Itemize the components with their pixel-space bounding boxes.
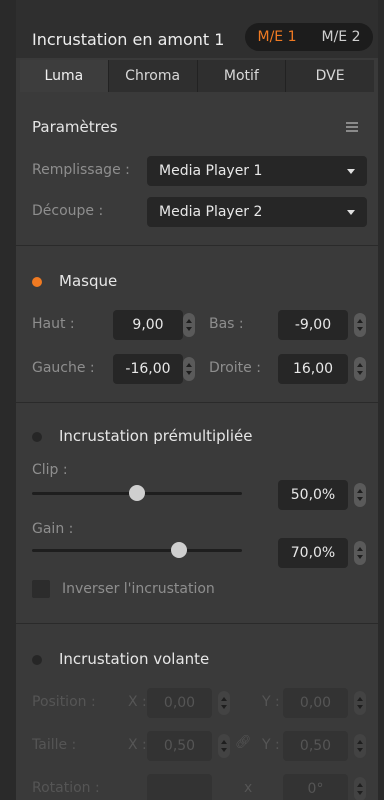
invert-key-checkbox[interactable] bbox=[32, 580, 50, 598]
panel-header: Incrustation en amont 1 M/E 1 M/E 2 bbox=[16, 0, 378, 58]
rotation-blank-input[interactable] bbox=[147, 774, 212, 800]
gain-label: Gain : bbox=[32, 521, 74, 537]
divider bbox=[16, 245, 378, 246]
mask-left-stepper[interactable] bbox=[183, 357, 195, 381]
me2-button[interactable]: M/E 2 bbox=[309, 23, 373, 51]
divider bbox=[16, 402, 378, 403]
tab-luma[interactable]: Luma bbox=[20, 60, 109, 92]
mask-toggle[interactable] bbox=[32, 277, 42, 287]
size-x-input[interactable]: 0,50 bbox=[147, 731, 212, 761]
params-title: Paramètres bbox=[32, 118, 118, 136]
upstream-key-panel: Incrustation en amont 1 M/E 1 M/E 2 Luma… bbox=[16, 0, 378, 800]
position-x-input[interactable]: 0,00 bbox=[147, 688, 212, 718]
mask-right-label: Droite : bbox=[209, 360, 261, 376]
mask-bottom-label: Bas : bbox=[209, 316, 244, 332]
mask-top-label: Haut : bbox=[32, 316, 75, 332]
position-y-stepper[interactable] bbox=[354, 691, 366, 715]
clip-label: Clip : bbox=[32, 462, 68, 478]
premult-toggle[interactable] bbox=[32, 432, 42, 442]
flying-key-toggle[interactable] bbox=[32, 655, 42, 665]
clip-stepper[interactable] bbox=[354, 483, 366, 507]
rotation-stepper[interactable] bbox=[354, 777, 366, 800]
size-x-stepper[interactable] bbox=[218, 734, 230, 758]
mask-right-input[interactable]: 16,00 bbox=[278, 354, 348, 384]
mask-right-stepper[interactable] bbox=[354, 357, 366, 381]
rotation-input[interactable]: 0° bbox=[283, 774, 348, 800]
position-label: Position : bbox=[32, 694, 96, 710]
gain-slider-handle[interactable] bbox=[171, 542, 187, 558]
position-x-label: X : bbox=[128, 694, 147, 710]
panel-title: Incrustation en amont 1 bbox=[32, 30, 225, 49]
key-label: Découpe : bbox=[32, 203, 104, 219]
size-y-input[interactable]: 0,50 bbox=[283, 731, 348, 761]
chevron-down-icon bbox=[347, 210, 355, 215]
link-icon[interactable]: 🔗︎ bbox=[235, 735, 252, 750]
mask-bottom-stepper[interactable] bbox=[354, 313, 366, 337]
size-label: Taille : bbox=[32, 737, 77, 753]
gain-slider[interactable] bbox=[32, 549, 242, 552]
mask-bottom-input[interactable]: -9,00 bbox=[278, 310, 348, 340]
fill-source-value: Media Player 1 bbox=[159, 163, 263, 179]
chevron-down-icon bbox=[347, 169, 355, 174]
tab-chroma[interactable]: Chroma bbox=[109, 60, 198, 92]
me-switch: M/E 1 M/E 2 bbox=[245, 23, 373, 51]
rotation-label: Rotation : bbox=[32, 780, 100, 796]
fill-label: Remplissage : bbox=[32, 162, 130, 178]
key-source-value: Media Player 2 bbox=[159, 204, 263, 220]
key-source-dropdown[interactable]: Media Player 2 bbox=[147, 197, 367, 227]
position-x-stepper[interactable] bbox=[218, 691, 230, 715]
menu-icon[interactable] bbox=[346, 122, 358, 132]
size-y-label: Y : bbox=[262, 737, 280, 753]
tab-pattern[interactable]: Motif bbox=[198, 60, 287, 92]
mask-left-label: Gauche : bbox=[32, 360, 95, 376]
mask-top-stepper[interactable] bbox=[183, 313, 195, 337]
clip-input[interactable]: 50,0% bbox=[278, 480, 348, 510]
gain-input[interactable]: 70,0% bbox=[278, 538, 348, 568]
rotation-x-label: x bbox=[244, 780, 253, 796]
size-y-stepper[interactable] bbox=[354, 734, 366, 758]
gain-stepper[interactable] bbox=[354, 541, 366, 565]
tab-dve[interactable]: DVE bbox=[286, 60, 374, 92]
mask-left-input[interactable]: -16,00 bbox=[113, 354, 183, 384]
divider bbox=[16, 623, 378, 624]
invert-key-label: Inverser l'incrustation bbox=[62, 581, 215, 597]
me1-button[interactable]: M/E 1 bbox=[245, 23, 309, 51]
mask-title: Masque bbox=[59, 272, 118, 290]
clip-slider-handle[interactable] bbox=[129, 485, 145, 501]
position-y-label: Y : bbox=[262, 694, 280, 710]
mask-top-input[interactable]: 9,00 bbox=[113, 310, 183, 340]
position-y-input[interactable]: 0,00 bbox=[283, 688, 348, 718]
fill-source-dropdown[interactable]: Media Player 1 bbox=[147, 156, 367, 186]
flying-key-title: Incrustation volante bbox=[59, 650, 210, 668]
key-type-tabs: Luma Chroma Motif DVE bbox=[20, 60, 374, 92]
size-x-label: X : bbox=[128, 737, 147, 753]
premult-title: Incrustation prémultipliée bbox=[59, 427, 253, 445]
